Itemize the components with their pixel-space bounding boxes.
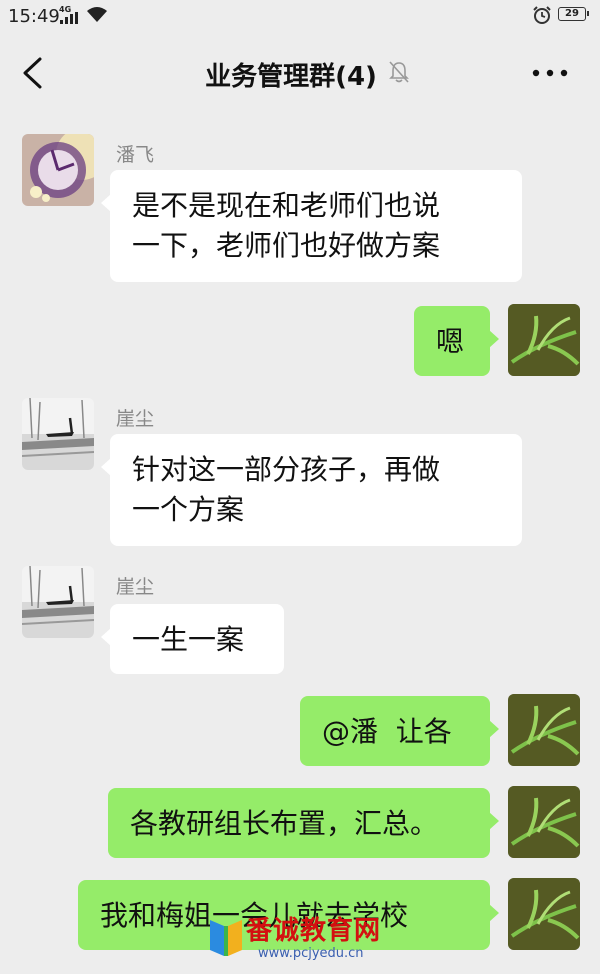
message-line: 针对这一部分孩子，再做 xyxy=(132,453,441,486)
avatar-self[interactable] xyxy=(508,878,580,950)
message-line: 一个方案 xyxy=(132,493,245,526)
chat-title: 业务管理群(4) xyxy=(205,62,377,92)
message-bubble[interactable]: 各教研组长布置，汇总。 xyxy=(108,788,499,858)
message-line: 一下，老师们也好做方案 xyxy=(132,229,441,262)
signal-icon xyxy=(60,12,78,24)
avatar-self[interactable] xyxy=(508,304,580,376)
watermark-title: 番诚教育网 xyxy=(246,916,382,946)
avatar-yachen[interactable] xyxy=(22,398,94,470)
status-bar: 15:49 4G 29 xyxy=(0,0,600,34)
wifi-icon xyxy=(87,7,107,22)
avatar-self[interactable] xyxy=(508,694,580,766)
alarm-icon xyxy=(533,6,551,24)
message-text: @潘 让各 xyxy=(322,715,452,748)
battery-indicator: 29 xyxy=(558,7,589,21)
message-text: 嗯 xyxy=(436,325,465,358)
avatar-self[interactable] xyxy=(508,786,580,858)
book-logo-icon xyxy=(210,920,242,956)
avatar-yachen[interactable] xyxy=(22,566,94,638)
message-text: 各教研组长布置，汇总。 xyxy=(130,807,439,840)
message-bubble[interactable]: 是不是现在和老师们也说 一下，老师们也好做方案 xyxy=(101,170,522,282)
title-bar: 业务管理群(4) xyxy=(0,34,600,112)
sender-name: 潘飞 xyxy=(116,144,155,166)
watermark-url: www.pcjyedu.cn xyxy=(258,946,364,961)
more-options-icon[interactable] xyxy=(532,68,568,78)
avatar-panfei[interactable] xyxy=(22,134,94,206)
message-text: 一生一案 xyxy=(132,623,245,656)
message-line: 是不是现在和老师们也说 xyxy=(132,189,441,222)
mute-bell-icon xyxy=(389,61,409,83)
sender-name: 崖尘 xyxy=(116,576,155,598)
status-time: 15:49 xyxy=(8,6,60,27)
message-bubble[interactable]: 嗯 xyxy=(414,306,499,376)
sender-name: 崖尘 xyxy=(116,408,155,430)
message-bubble[interactable]: 一生一案 xyxy=(101,604,284,674)
message-bubble[interactable]: 针对这一部分孩子，再做 一个方案 xyxy=(101,434,522,546)
message-bubble[interactable]: @潘 让各 xyxy=(300,696,499,766)
